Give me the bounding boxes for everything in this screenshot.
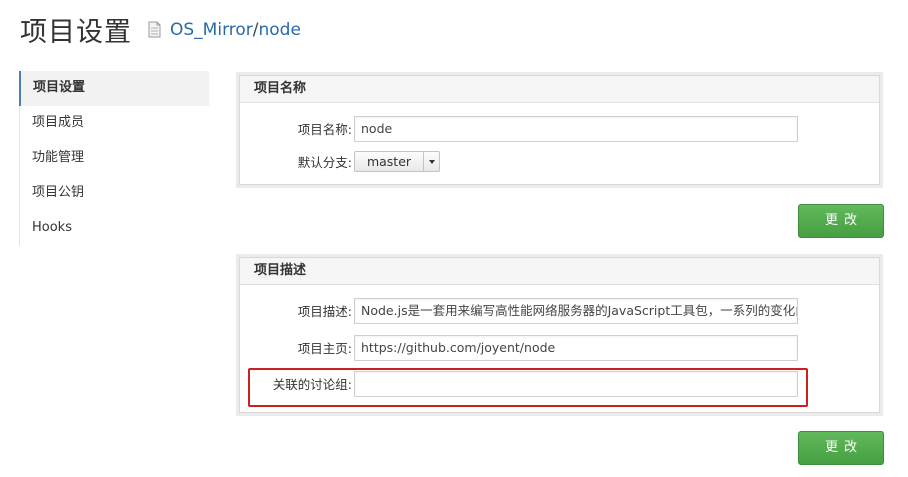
- description-row: 项目描述: Node.js是一套用来编写高性能网络服务器的JavaScript工…: [240, 298, 879, 326]
- description-label: 项目描述:: [297, 304, 352, 319]
- project-name-label: 项目名称:: [297, 122, 352, 137]
- sidebar-item-project-members[interactable]: 项目成员: [20, 106, 209, 141]
- homepage-row: 项目主页: https://github.com/joyent/node: [240, 335, 879, 363]
- repo-breadcrumb: OS_Mirror/node: [170, 20, 301, 40]
- default-branch-row: 默认分支: master: [240, 151, 879, 179]
- highlight-annotation-box: [248, 368, 808, 407]
- homepage-label: 项目主页:: [297, 341, 352, 356]
- default-branch-value: master: [366, 154, 412, 169]
- project-name-input[interactable]: node: [354, 116, 798, 142]
- homepage-input[interactable]: https://github.com/joyent/node: [354, 335, 798, 361]
- document-icon: [148, 21, 161, 38]
- description-input[interactable]: Node.js是一套用来编写高性能网络服务器的JavaScript工具包，一系列…: [354, 298, 798, 324]
- sidebar-item-feature-management[interactable]: 功能管理: [20, 141, 209, 176]
- default-branch-label: 默认分支:: [297, 155, 352, 170]
- repo-owner-link[interactable]: OS_Mirror: [170, 20, 253, 40]
- sidebar-item-project-settings[interactable]: 项目设置: [19, 71, 209, 106]
- page-title: 项目设置: [20, 17, 132, 48]
- sidebar-item-hooks[interactable]: Hooks: [20, 211, 209, 246]
- change-description-button[interactable]: 更改: [798, 431, 884, 465]
- sidebar-item-project-keys[interactable]: 项目公钥: [20, 176, 209, 211]
- project-description-heading: 项目描述: [240, 258, 879, 285]
- change-name-button[interactable]: 更改: [798, 204, 884, 238]
- default-branch-select[interactable]: master: [354, 151, 440, 172]
- settings-sidebar: 项目设置 项目成员 功能管理 项目公钥 Hooks: [19, 71, 209, 246]
- project-settings-page: 项目设置 OS_Mirror/node 项目设置 项目成员 功能管理 项目公钥 …: [0, 0, 908, 477]
- repo-name-link[interactable]: node: [259, 20, 301, 40]
- project-name-heading: 项目名称: [240, 76, 879, 103]
- caret-down-icon[interactable]: [423, 152, 439, 171]
- project-name-panel: 项目名称 项目名称: node 默认分支: master: [236, 72, 883, 188]
- project-name-row: 项目名称: node: [240, 116, 879, 144]
